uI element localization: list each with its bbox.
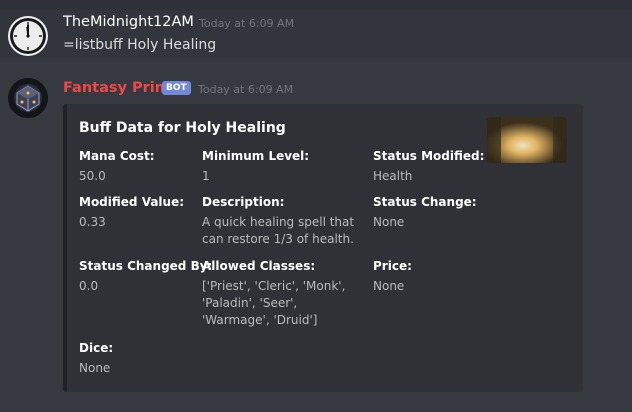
field-value: None — [373, 279, 405, 293]
embed-title: Buff Data for Holy Healing — [79, 120, 286, 136]
field-value: Health — [373, 169, 413, 183]
field-name: Description: — [202, 195, 285, 209]
field-value: A quick healing spell that can restore 1… — [202, 215, 355, 246]
avatar[interactable] — [8, 78, 48, 118]
clock-icon — [10, 18, 46, 54]
field-value: 0.33 — [79, 215, 106, 229]
embed-thumbnail[interactable] — [487, 117, 567, 163]
embed-field: Price: None — [373, 258, 493, 295]
field-value: None — [373, 215, 405, 229]
avatar[interactable] — [8, 16, 48, 56]
timestamp: Today at 6:09 AM — [199, 17, 295, 30]
embed: Buff Data for Holy Healing Mana Cost: 50… — [63, 104, 583, 392]
embed-field: Status Modified: Health — [373, 148, 493, 185]
chat-message: Fantasy Prime BOT Today at 6:09 AM Buff … — [0, 72, 632, 412]
dice-avatar-icon — [8, 78, 48, 118]
chat-top-edge — [0, 0, 632, 10]
embed-field: Description: A quick healing spell that … — [202, 194, 367, 248]
field-name: Mana Cost: — [79, 149, 155, 163]
embed-field: Mana Cost: 50.0 — [79, 148, 197, 185]
field-value: 50.0 — [79, 169, 106, 183]
field-name: Price: — [373, 259, 412, 273]
username[interactable]: TheMidnight12AM — [63, 14, 194, 30]
bot-tag: BOT — [162, 81, 191, 95]
field-name: Status Change: — [373, 195, 477, 209]
embed-field: Allowed Classes: ['Priest', 'Cleric', 'M… — [202, 258, 367, 329]
field-value: 0.0 — [79, 279, 99, 293]
message-content: =listbuff Holy Healing — [63, 37, 217, 53]
timestamp: Today at 6:09 AM — [198, 83, 294, 96]
embed-field: Status Changed By: 0.0 — [79, 258, 213, 295]
chat-message: TheMidnight12AM Today at 6:09 AM =listbu… — [0, 10, 632, 58]
field-name: Modified Value: — [79, 195, 185, 209]
field-name: Dice: — [79, 341, 114, 355]
embed-field: Status Change: None — [373, 194, 493, 231]
embed-field: Modified Value: 0.33 — [79, 194, 197, 231]
field-name: Status Changed By: — [79, 259, 213, 273]
embed-field: Dice: None — [79, 340, 199, 377]
field-name: Minimum Level: — [202, 149, 310, 163]
embed-field: Minimum Level: 1 — [202, 148, 367, 185]
field-name: Status Modified: — [373, 149, 485, 163]
field-value: None — [79, 361, 111, 375]
field-name: Allowed Classes: — [202, 259, 316, 273]
spell-thumbnail-image — [487, 117, 567, 163]
field-value: 1 — [202, 169, 210, 183]
field-value: ['Priest', 'Cleric', 'Monk', 'Paladin', … — [202, 279, 346, 327]
